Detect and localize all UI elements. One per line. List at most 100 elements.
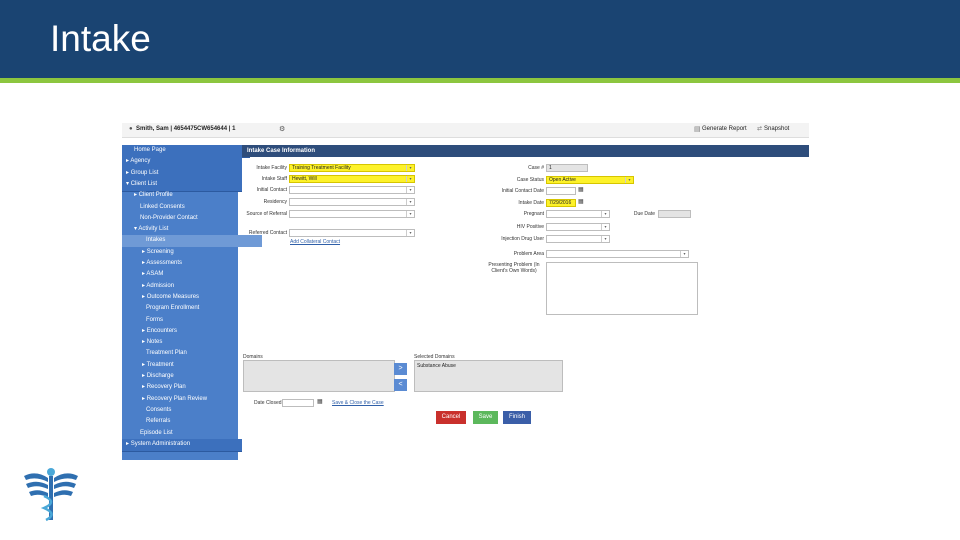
residency-select[interactable]: ▾ [289,198,415,206]
sidebar-item-notes[interactable]: ▸ Notes [122,337,258,349]
save-close-case-link[interactable]: Save & Close the Case [332,400,384,406]
intake-facility-select[interactable]: Training Treatment Facility ▾ [289,164,415,172]
sidebar-item-linked-consents[interactable]: Linked Consents [122,202,256,214]
pregnant-label: Pregnant [523,211,544,217]
client-topbar: ● Smith, Sam | 4654475CW654644 | 1 ⚙ ▤ G… [122,123,809,138]
sidebar-item-outcome-measures[interactable]: ▸ Outcome Measures [122,292,258,304]
date-closed-field[interactable] [282,399,314,407]
client-header: Smith, Sam | 4654475CW654644 | 1 [136,126,236,132]
intake-date-field[interactable]: 7/29/2016 [546,199,576,207]
save-button[interactable]: Save [473,411,498,424]
app-screenshot: ● Smith, Sam | 4654475CW654644 | 1 ⚙ ▤ G… [122,123,809,460]
hiv-positive-label: HIV Positive [516,224,544,230]
sidebar-item-label: Recovery Plan [146,384,186,391]
domains-list[interactable] [243,360,395,392]
snapshot-icon: ⇄ [757,126,763,132]
sidebar-item-label: Episode List [140,429,173,436]
caduceus-logo-icon [24,468,78,522]
initial-contact-select[interactable]: ▾ [289,186,415,194]
problem-area-select[interactable]: ▾ [546,250,689,258]
chevron-down-icon: ▾ [406,176,414,182]
sidebar-item-screening[interactable]: ▸ Screening [122,247,258,259]
sidebar-item-discharge[interactable]: ▸ Discharge [122,371,258,383]
sidebar-item-system-administration[interactable]: ▸ System Administration [122,438,242,452]
source-of-referral-select[interactable]: ▾ [289,210,415,218]
sidebar-item-program-enrollment[interactable]: Program Enrollment [122,303,262,315]
selected-domain-item[interactable]: Substance Abuse [417,363,560,369]
calendar-icon[interactable]: ▦ [578,186,584,193]
sidebar-item-label: Group List [130,169,159,176]
add-collateral-contact-link[interactable]: Add Collateral Contact [290,239,340,245]
intake-date-label: Intake Date [518,200,544,206]
sidebar-item-client-profile[interactable]: ▸ Client Profile [122,190,250,202]
due-date-field [658,210,691,218]
sidebar-item-label: Home Page [134,147,166,153]
chevron-down-icon: ▾ [406,230,414,236]
generate-report-button[interactable]: Generate Report [702,126,747,132]
finish-button[interactable]: Finish [503,411,531,424]
case-number-label: Case # [528,165,544,171]
sidebar-item-recovery-plan[interactable]: ▸ Recovery Plan [122,382,258,394]
sidebar-item-label: Client List [130,180,158,187]
case-number-field: 1 [546,164,588,172]
snapshot-button[interactable]: Snapshot [764,126,789,132]
sidebar-item-encounters[interactable]: ▸ Encounters [122,326,258,338]
gear-icon[interactable]: ⚙ [279,125,285,133]
sidebar-item-label: Linked Consents [140,203,185,210]
chevron-down-icon: ▾ [625,177,633,183]
case-status-select[interactable]: Open Active ▾ [546,176,634,184]
cancel-button[interactable]: Cancel [436,411,466,424]
injection-drug-user-select[interactable]: ▾ [546,235,610,243]
sidebar-item-label: System Administration [130,440,191,447]
residency-label: Residency [263,199,287,205]
panel-title: Intake Case Information [242,145,809,157]
sidebar-item-referrals[interactable]: Referrals [122,416,262,428]
sidebar-item-assessments[interactable]: ▸ Assessments [122,258,258,270]
selected-domains-list[interactable]: Substance Abuse [414,360,563,392]
user-icon: ● [129,126,133,132]
sidebar-item-label: Non-Provider Contact [140,214,198,221]
injection-drug-user-label: Injection Drug User [501,236,544,242]
slide-accent-bar [0,78,960,83]
sidebar-item-label: Forms [146,316,163,323]
initial-contact-date-field[interactable] [546,187,576,195]
intake-staff-select[interactable]: Hewitt, Will ▾ [289,175,415,183]
sidebar-item-label: Consents [146,406,172,413]
initial-contact-label: Initial Contact [256,187,287,193]
sidebar-item-intakes[interactable]: Intakes [122,235,262,248]
report-icon: ▤ [694,126,701,133]
sidebar-item-label: Encounters [146,327,178,334]
hiv-positive-select[interactable]: ▾ [546,223,610,231]
presenting-problem-label: Presenting Problem (In Client's Own Word… [488,262,540,274]
sidebar-item-treatment[interactable]: ▸ Treatment [122,360,258,372]
chevron-down-icon: ▾ [601,236,609,242]
chevron-down-icon: ▾ [680,251,688,257]
presenting-problem-textarea[interactable] [546,262,698,315]
sidebar-item-asam[interactable]: ▸ ASAM [122,269,258,281]
date-closed-label: Date Closed [254,400,282,406]
sidebar-item-label: Treatment [146,361,174,368]
sidebar-item-non-provider-contact[interactable]: Non-Provider Contact [122,213,256,225]
sidebar-item-forms[interactable]: Forms [122,315,262,327]
sidebar-item-label: Outcome Measures [146,293,200,300]
sidebar-item-label: Screening [146,248,174,255]
slide-title: Intake [50,18,151,59]
chevron-down-icon: ▾ [406,199,414,205]
sidebar-item-admission[interactable]: ▸ Admission [122,281,258,293]
calendar-icon[interactable]: ▦ [317,398,323,405]
sidebar-item-treatment-plan[interactable]: Treatment Plan [122,348,262,360]
sidebar-item-label: Notes [146,339,163,346]
due-date-label: Due Date [633,211,655,217]
calendar-icon[interactable]: ▦ [578,198,584,205]
sidebar-item-label: Admission [146,282,175,289]
add-domain-button[interactable]: > [394,363,407,375]
sidebar-item-label: ASAM [146,271,164,278]
remove-domain-button[interactable]: < [394,379,407,391]
sidebar-item-episode-list[interactable]: Episode List [122,428,256,440]
sidebar-item-activity-list[interactable]: ▾ Activity List [122,224,250,236]
referred-contact-select[interactable]: ▾ [289,229,415,237]
pregnant-select[interactable]: ▾ [546,210,610,218]
initial-contact-date-label: Initial Contact Date [501,188,544,194]
sidebar-item-recovery-plan-review[interactable]: ▸ Recovery Plan Review [122,394,258,406]
sidebar-item-consents[interactable]: Consents [122,405,262,417]
